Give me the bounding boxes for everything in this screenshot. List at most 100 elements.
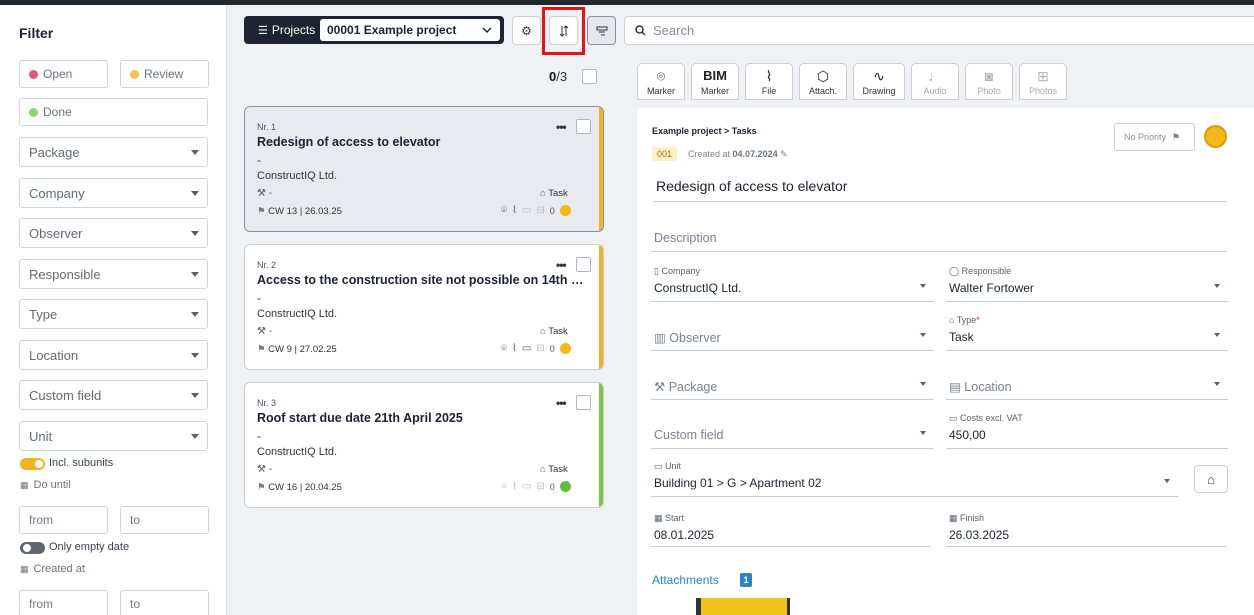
map-pin-icon: ⌾	[501, 343, 507, 354]
map-pin-icon: ⌾	[656, 68, 666, 84]
status-clock-icon[interactable]	[1204, 125, 1227, 148]
location-field[interactable]: ▤ Location	[946, 361, 1228, 400]
company-filter-select[interactable]: Company	[19, 178, 208, 208]
observer-placeholder-text: Observer	[669, 331, 721, 345]
open-dot-icon	[29, 69, 38, 79]
task-checkbox[interactable]	[576, 119, 591, 134]
photos-tab[interactable]: ⊞ Photos	[1019, 63, 1067, 100]
status-chip-review[interactable]: Review	[120, 60, 209, 88]
selection-count: 0/3	[549, 69, 567, 84]
location-filter-select[interactable]: Location	[19, 340, 208, 370]
status-bar	[599, 107, 603, 231]
responsible-label-text: Responsible	[961, 266, 1012, 276]
custom-field-filter-select[interactable]: Custom field	[19, 380, 208, 410]
status-chip-open[interactable]: Open	[19, 60, 108, 88]
unit-value: Building 01 > G > Apartment 02	[654, 476, 822, 490]
created-to-input[interactable]: to	[120, 590, 209, 615]
task-checkbox[interactable]	[576, 395, 591, 410]
priority-label: No Priority	[1124, 132, 1167, 142]
do-until-label: ▦ Do until	[20, 479, 71, 491]
task-type-tag: ⌂ Task	[540, 326, 568, 337]
more-options-icon[interactable]: •••	[556, 258, 567, 272]
attachments-heading[interactable]: Attachments	[652, 573, 719, 587]
breadcrumb[interactable]: Example project > Tasks	[652, 126, 757, 136]
status-chip-label: Open	[43, 67, 73, 81]
task-card[interactable]: Nr. 2 Access to the construction site no…	[244, 244, 604, 370]
toggle-knob	[35, 460, 43, 468]
search-input[interactable]: Search	[624, 16, 1254, 45]
description-field[interactable]: Description	[651, 226, 1227, 252]
created-at-text: Created at	[33, 563, 85, 575]
observer-field[interactable]: ▥ Observer	[651, 312, 934, 351]
select-label: Company	[29, 185, 85, 201]
title-field[interactable]: Redesign of access to elevator	[653, 168, 1227, 202]
task-due: ⚑ CW 13 | 26.03.25	[257, 206, 342, 217]
select-label: Responsible	[29, 266, 101, 282]
unit-icon: ▭	[654, 461, 666, 471]
filter-toggle-button[interactable]	[587, 16, 616, 45]
audio-tab[interactable]: ♩ Audio	[911, 63, 959, 100]
costs-label: ▭ Costs excl. VAT	[949, 413, 1023, 424]
unit-field[interactable]: ▭ Unit Building 01 > G > Apartment 02	[651, 458, 1178, 497]
only-empty-date-toggle[interactable]	[20, 542, 45, 554]
do-until-from-input[interactable]: from	[19, 506, 108, 534]
unit-filter-select[interactable]: Unit	[19, 421, 208, 451]
attach-tab[interactable]: ⬡ Attach.	[799, 63, 847, 100]
do-until-to-input[interactable]: to	[120, 506, 209, 534]
caret-down-icon	[1214, 382, 1220, 386]
bim-marker-tab[interactable]: BIM Marker	[691, 63, 739, 100]
select-all-checkbox[interactable]	[582, 69, 597, 84]
task-company: ConstructIQ Ltd.	[257, 446, 338, 458]
tab-label: Audio	[923, 86, 947, 96]
due-value: CW 13 | 26.03.25	[268, 206, 342, 217]
unit-plan-button[interactable]: ⌂	[1194, 465, 1228, 493]
tab-label: Marker	[646, 86, 675, 96]
pencil-icon[interactable]: ✎	[780, 149, 788, 159]
start-value: 08.01.2025	[654, 528, 715, 542]
start-field[interactable]: ▦ Start 08.01.2025	[651, 508, 931, 547]
caret-down-icon	[1164, 479, 1170, 483]
responsible-field[interactable]: ◯ Responsible Walter Fortower	[946, 263, 1228, 302]
task-card[interactable]: Nr. 1 Redesign of access to elevator - C…	[244, 106, 604, 232]
photo-tab[interactable]: ◙ Photo	[965, 63, 1013, 100]
observer-filter-select[interactable]: Observer	[19, 218, 208, 248]
attachment-thumbnail[interactable]	[696, 598, 790, 615]
package-value: -	[268, 188, 273, 199]
task-meta-icons: ⌾ ⌇ ▭ ⊟ 0	[501, 205, 571, 216]
caret-down-icon	[191, 231, 199, 236]
project-select[interactable]: 00001 Example project	[320, 19, 500, 41]
status-chip-label: Review	[144, 67, 184, 81]
location-placeholder: ▤ Location	[949, 379, 1012, 394]
responsible-filter-select[interactable]: Responsible	[19, 259, 208, 289]
user-icon: ◯	[949, 266, 962, 276]
incl-subunits-toggle[interactable]	[20, 458, 45, 470]
type-filter-select[interactable]: Type	[19, 299, 208, 329]
select-label: Custom field	[29, 387, 102, 403]
finish-field[interactable]: ▦ Finish 26.03.2025	[946, 508, 1227, 547]
finish-value: 26.03.2025	[949, 528, 1010, 542]
select-label: Type	[29, 306, 58, 322]
file-tab[interactable]: ⌇ File	[745, 63, 793, 100]
settings-button[interactable]: ⚙	[512, 16, 541, 45]
description-placeholder: Description	[654, 231, 717, 245]
company-field[interactable]: ▯ Company ConstructIQ Ltd.	[651, 263, 934, 302]
toggle-knob	[23, 544, 31, 552]
task-card[interactable]: Nr. 3 Roof start due date 21th April 202…	[244, 382, 604, 508]
priority-button[interactable]: No Priority ⚑	[1114, 123, 1195, 151]
type-field[interactable]: ⌂ Type* Task	[946, 312, 1228, 351]
package-field[interactable]: ⚒ Package	[651, 361, 934, 400]
package-filter-select[interactable]: Package	[19, 137, 208, 167]
tag-value: Task	[548, 464, 568, 475]
more-options-icon[interactable]: •••	[556, 396, 567, 410]
marker-tab[interactable]: ⌾ Marker	[637, 63, 685, 100]
status-chip-done[interactable]: Done	[19, 98, 208, 126]
custom-field[interactable]: Custom field	[651, 410, 934, 449]
costs-field[interactable]: ▭ Costs excl. VAT 450,00	[946, 410, 1228, 449]
filter-icon: ⊟	[536, 343, 545, 354]
created-from-input[interactable]: from	[19, 590, 108, 615]
tab-label: Photo	[977, 86, 1001, 96]
drawing-tab[interactable]: ∿ Drawing	[853, 63, 905, 100]
money-icon: ▭	[949, 413, 961, 423]
more-options-icon[interactable]: •••	[556, 120, 567, 134]
task-checkbox[interactable]	[576, 257, 591, 272]
